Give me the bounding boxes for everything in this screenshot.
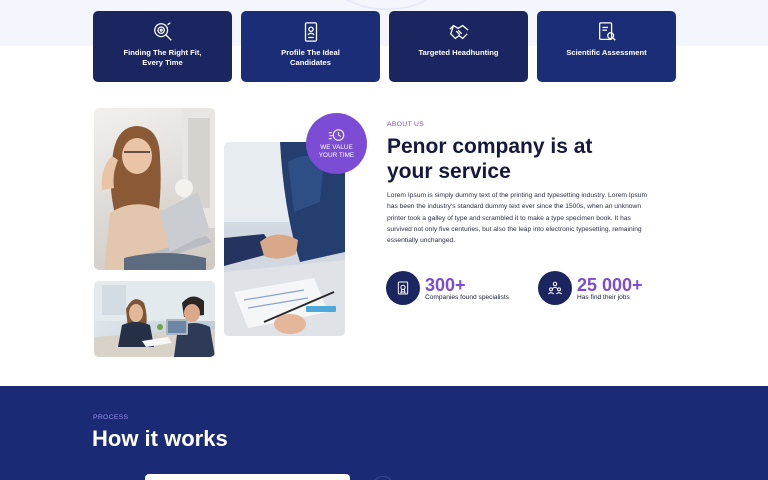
photo-meeting	[94, 281, 215, 357]
feature-card-profile[interactable]: Profile The Ideal Candidates	[241, 11, 380, 82]
stat-companies: 300+ Companies found specialists	[386, 271, 536, 305]
process-section: PROCESS How it works	[0, 386, 768, 480]
speed-clock-icon	[328, 128, 344, 141]
stat-jobs: 25 000+ Has find their jobs	[538, 271, 676, 305]
feature-card-assessment[interactable]: Scientific Assessment	[537, 11, 676, 82]
woman-illustration	[101, 108, 215, 270]
process-card-peek	[145, 474, 350, 480]
process-step-circle	[372, 476, 394, 480]
stat-icon-circle	[538, 271, 572, 305]
about-section: ABOUT US Penor company is at your servic…	[387, 121, 657, 246]
stat-value: 25 000+	[577, 275, 643, 295]
decorative-ring	[312, 0, 462, 10]
stat-icon-circle	[386, 271, 420, 305]
about-title: Penor company is at your service	[387, 135, 593, 183]
process-title: How it works	[92, 426, 228, 451]
value-badge-text: WE VALUE YOUR TIME	[318, 143, 355, 159]
feature-label: Scientific Assessment	[566, 48, 647, 57]
assessment-document-icon	[598, 22, 616, 41]
stats-row: 300+ Companies found specialists 25 000+…	[386, 271, 676, 305]
stat-label: Has find their jobs	[577, 294, 630, 301]
stat-label: Companies found specialists	[425, 294, 509, 301]
process-eyebrow: PROCESS	[93, 414, 129, 421]
meeting-illustration	[94, 281, 215, 357]
features-row: Finding The Right Fit, Every Time Profil…	[93, 11, 676, 82]
certificate-icon	[397, 281, 409, 295]
feature-label: Profile The Ideal Candidates	[281, 48, 340, 67]
feature-label: Targeted Headhunting	[418, 48, 499, 57]
photo-woman-with-laptop	[94, 108, 215, 270]
value-badge: WE VALUE YOUR TIME	[306, 113, 367, 174]
feature-label: Finding The Right Fit, Every Time	[123, 48, 202, 67]
about-body: Lorem Ipsum is simply dummy text of the …	[387, 192, 648, 245]
about-eyebrow: ABOUT US	[387, 121, 425, 128]
handshake-icon	[448, 24, 469, 40]
feature-card-headhunting[interactable]: Targeted Headhunting	[389, 11, 528, 82]
feature-card-right-fit[interactable]: Finding The Right Fit, Every Time	[93, 11, 232, 82]
people-group-icon	[547, 281, 563, 295]
profile-document-icon	[304, 22, 317, 42]
target-search-icon	[153, 22, 172, 41]
stat-value: 300+	[425, 275, 466, 295]
